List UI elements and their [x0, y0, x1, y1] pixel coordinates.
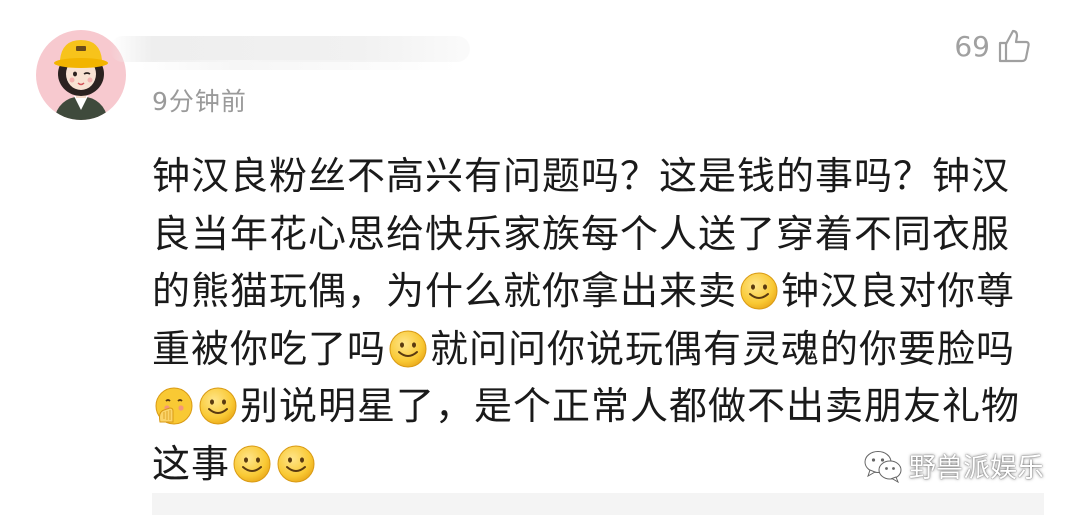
like-count: 69	[954, 29, 990, 63]
smile-emoji-icon	[198, 386, 238, 426]
watermark-text: 野兽派娱乐	[909, 453, 1044, 484]
comment-text-segment: 就问问你说玩偶有灵魂的你要脸吗	[430, 326, 1016, 371]
username-redacted	[110, 36, 470, 70]
comment-timestamp: 9分钟前	[152, 87, 247, 116]
smile-emoji-icon	[739, 271, 779, 311]
watermark: 野兽派娱乐	[863, 446, 1044, 485]
like-control[interactable]: 69	[954, 28, 1032, 64]
comment-card: 9分钟前 69 钟汉良粉丝不高兴有问题吗？这是钱的事吗？钟汉良当年花心思给快乐家…	[0, 0, 1080, 515]
wechat-icon	[864, 450, 902, 483]
smile-emoji-icon	[232, 444, 272, 484]
smile-emoji-icon	[388, 329, 428, 369]
next-comment-card	[152, 493, 1044, 515]
thumbs-up-icon[interactable]	[996, 28, 1032, 64]
comment-text: 钟汉良粉丝不高兴有问题吗？这是钱的事吗？钟汉良当年花心思给快乐家族每个人送了穿着…	[152, 148, 1032, 493]
smile-emoji-icon	[276, 444, 316, 484]
facepalm-emoji-icon	[154, 386, 194, 426]
